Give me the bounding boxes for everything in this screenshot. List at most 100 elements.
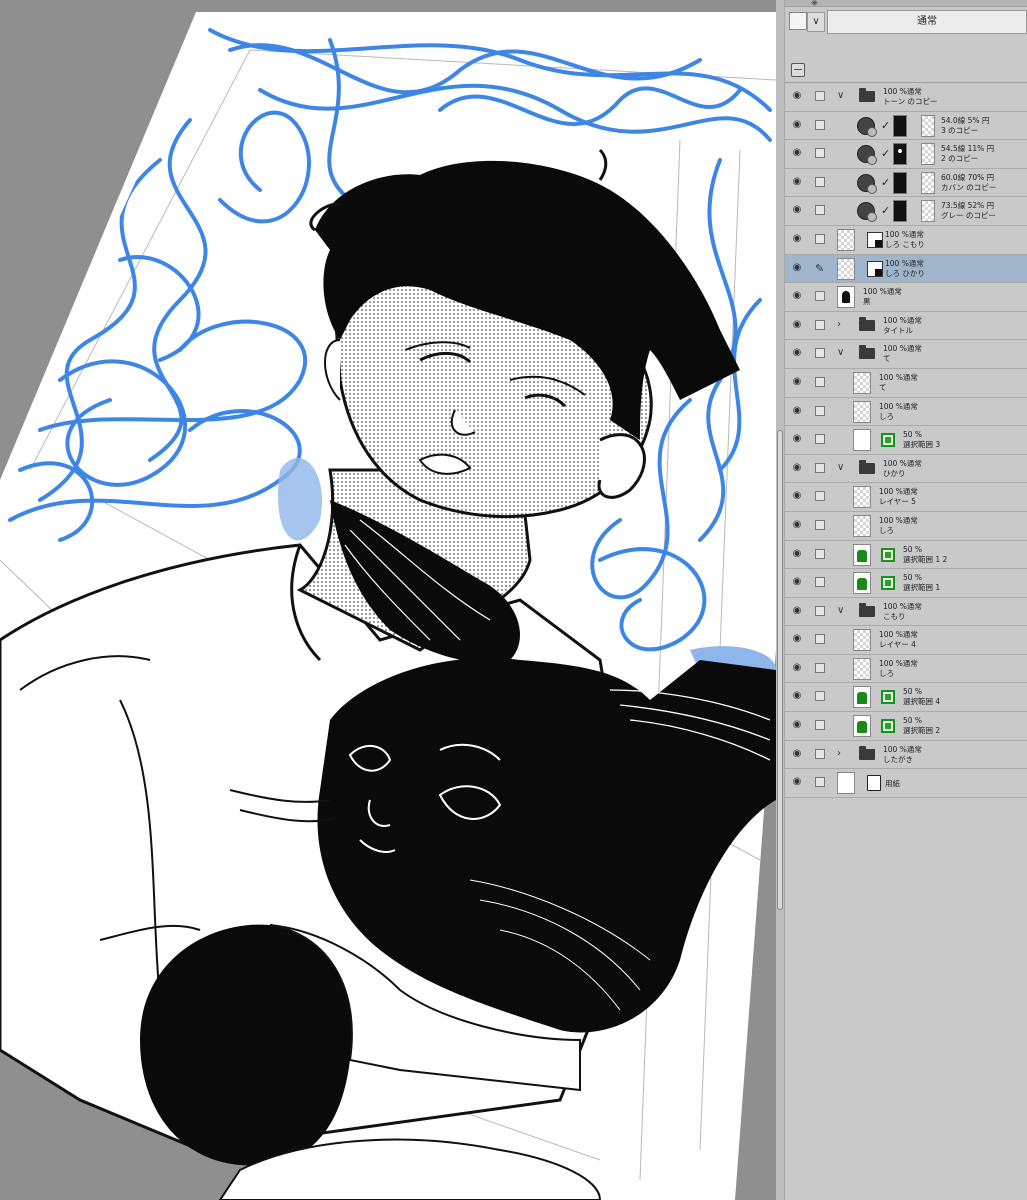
eye-visibility-icon[interactable]: ◉ xyxy=(791,405,803,415)
layer-row[interactable]: ◉ 50 % 選択範囲 4 xyxy=(785,683,1027,713)
eye-visibility-icon[interactable]: ◉ xyxy=(791,91,803,101)
lock-checkbox[interactable] xyxy=(815,91,825,101)
chevron-down-icon[interactable]: ∨ xyxy=(837,605,847,617)
layer-thumbnail[interactable] xyxy=(853,686,871,709)
canvas-area[interactable] xyxy=(0,0,776,1200)
layer-thumbnail[interactable] xyxy=(853,572,871,595)
chevron-down-icon[interactable]: ∨ xyxy=(837,462,847,474)
lock-checkbox[interactable] xyxy=(815,605,825,616)
color-swatch[interactable] xyxy=(789,12,807,30)
eye-visibility-icon[interactable]: ◉ xyxy=(791,691,803,701)
layer-mask-icon[interactable] xyxy=(867,260,883,277)
layer-thumbnail[interactable] xyxy=(837,257,855,280)
layer-thumbnail[interactable] xyxy=(921,200,935,223)
eye-visibility-icon[interactable]: ◉ xyxy=(791,777,803,787)
eye-visibility-icon[interactable]: ◉ xyxy=(791,348,803,358)
eye-visibility-icon[interactable]: ◉ xyxy=(791,720,803,730)
layer-row[interactable]: ◉ ✓ 54.5線 11% 円2 のコピー xyxy=(785,140,1027,169)
lock-checkbox[interactable] xyxy=(815,691,825,702)
lock-checkbox[interactable] xyxy=(815,720,825,731)
chevron-right-icon[interactable]: › xyxy=(837,748,847,760)
lock-checkbox[interactable] xyxy=(815,348,825,359)
lock-checkbox[interactable] xyxy=(815,319,825,330)
layer-row[interactable]: ◉ › 100 %通常 したがき xyxy=(785,740,1027,770)
lock-checkbox[interactable] xyxy=(815,491,825,502)
layer-mask-thumbnail[interactable] xyxy=(893,171,907,194)
scrollbar-thumb[interactable] xyxy=(777,430,783,910)
lock-checkbox[interactable] xyxy=(815,291,825,302)
lock-checkbox[interactable] xyxy=(815,233,825,244)
chevron-down-icon[interactable]: ∨ xyxy=(807,12,825,32)
lock-checkbox[interactable] xyxy=(815,434,825,445)
lock-checkbox[interactable] xyxy=(815,205,825,216)
artwork-canvas[interactable] xyxy=(0,0,776,1200)
layer-row[interactable]: ◉ 100 %通常 しろ xyxy=(785,654,1027,684)
blend-mode-select[interactable]: 通常 xyxy=(827,10,1027,34)
layer-thumbnail[interactable] xyxy=(921,143,935,166)
layer-thumbnail[interactable] xyxy=(853,657,871,680)
layer-mask-thumbnail[interactable] xyxy=(893,143,907,166)
lock-checkbox[interactable] xyxy=(815,634,825,645)
layer-thumbnail[interactable] xyxy=(921,114,935,137)
eye-visibility-icon[interactable]: ◉ xyxy=(791,205,803,215)
mask-enabled-check-icon[interactable]: ✓ xyxy=(881,176,891,189)
layer-thumbnail[interactable] xyxy=(837,228,855,251)
eye-visibility-icon[interactable]: ◉ xyxy=(791,748,803,758)
layer-row[interactable]: ◉ ✓ 60.0線 70% 円カバン のコピー xyxy=(785,168,1027,198)
layer-thumbnail[interactable] xyxy=(853,715,871,738)
panel-tab-strip[interactable]: ◈ xyxy=(785,0,1027,8)
mask-enabled-check-icon[interactable]: ✓ xyxy=(881,204,891,217)
eye-visibility-icon[interactable]: ◉ xyxy=(791,319,803,329)
eye-visibility-icon[interactable]: ◉ xyxy=(791,605,803,615)
layer-thumbnail[interactable] xyxy=(853,400,871,423)
layer-row[interactable]: ◉ 100 %通常 レイヤー 4 xyxy=(785,626,1027,655)
layer-row[interactable]: ◉ ✓ 54.0線 5% 円3 のコピー xyxy=(785,111,1027,141)
eye-visibility-icon[interactable]: ◉ xyxy=(791,662,803,672)
layer-thumbnail[interactable] xyxy=(837,772,855,795)
lock-checkbox[interactable] xyxy=(815,748,825,759)
eye-visibility-icon[interactable]: ◉ xyxy=(791,462,803,472)
lock-checkbox[interactable] xyxy=(815,176,825,187)
eye-visibility-icon[interactable]: ◉ xyxy=(791,491,803,501)
lock-checkbox[interactable] xyxy=(815,519,825,530)
layer-row[interactable]: ◉ 100 %通常 しろ xyxy=(785,511,1027,541)
layer-thumbnail[interactable] xyxy=(853,486,871,509)
canvas-vertical-scrollbar[interactable] xyxy=(776,0,784,1200)
lock-checkbox[interactable] xyxy=(815,662,825,673)
layer-row[interactable]: ◉ 50 % 選択範囲 2 xyxy=(785,712,1027,741)
lock-checkbox[interactable] xyxy=(815,405,825,416)
layer-row[interactable]: ◉ 100 %通常 レイヤー 5 xyxy=(785,483,1027,512)
lock-checkbox[interactable] xyxy=(815,577,825,588)
layer-thumbnail[interactable] xyxy=(853,543,871,566)
chevron-down-icon[interactable]: ∨ xyxy=(837,90,847,102)
layer-row[interactable]: ◉ 100 %通常 しろ こもり xyxy=(785,225,1027,255)
layer-row[interactable]: ◉ 100 %通常黒 xyxy=(785,283,1027,312)
layer-row[interactable]: ◉ ∨ 100 %通常て xyxy=(785,340,1027,369)
chevron-down-icon[interactable]: ∨ xyxy=(837,347,847,359)
chevron-right-icon[interactable]: › xyxy=(837,319,847,331)
eye-visibility-icon[interactable]: ◉ xyxy=(791,577,803,587)
layer-thumbnail[interactable] xyxy=(853,371,871,394)
layer-row[interactable]: ◉ ✓ 73.5線 52% 円グレー のコピー xyxy=(785,197,1027,226)
layer-property-icon[interactable] xyxy=(791,63,805,77)
eye-visibility-icon[interactable]: ◉ xyxy=(791,233,803,243)
layer-thumbnail[interactable] xyxy=(853,429,871,452)
mask-enabled-check-icon[interactable]: ✓ xyxy=(881,119,891,132)
layer-row[interactable]: ◉ 50 % 選択範囲 3 xyxy=(785,426,1027,455)
layer-row[interactable]: ◉ ✎ 100 %通常 しろ ひかり xyxy=(785,254,1027,284)
layer-row[interactable]: ◉ 100 %通常て xyxy=(785,368,1027,398)
lock-checkbox[interactable] xyxy=(815,462,825,473)
layer-thumbnail[interactable] xyxy=(837,286,855,309)
lock-checkbox[interactable] xyxy=(815,548,825,559)
layer-thumbnail[interactable] xyxy=(853,514,871,537)
layer-row[interactable]: ◉ 100 %通常 しろ xyxy=(785,397,1027,427)
layer-row[interactable]: ◉ ∨ 100 %通常 ひかり xyxy=(785,454,1027,484)
layer-tab-icon[interactable]: ◈ xyxy=(811,0,818,8)
lock-checkbox[interactable] xyxy=(815,376,825,387)
eye-visibility-icon[interactable]: ◉ xyxy=(791,634,803,644)
eye-visibility-icon[interactable]: ◉ xyxy=(791,519,803,529)
lock-checkbox[interactable] xyxy=(815,777,825,788)
eye-visibility-icon[interactable]: ◉ xyxy=(791,148,803,158)
layer-mask-icon[interactable] xyxy=(867,231,883,248)
eye-visibility-icon[interactable]: ◉ xyxy=(791,376,803,386)
